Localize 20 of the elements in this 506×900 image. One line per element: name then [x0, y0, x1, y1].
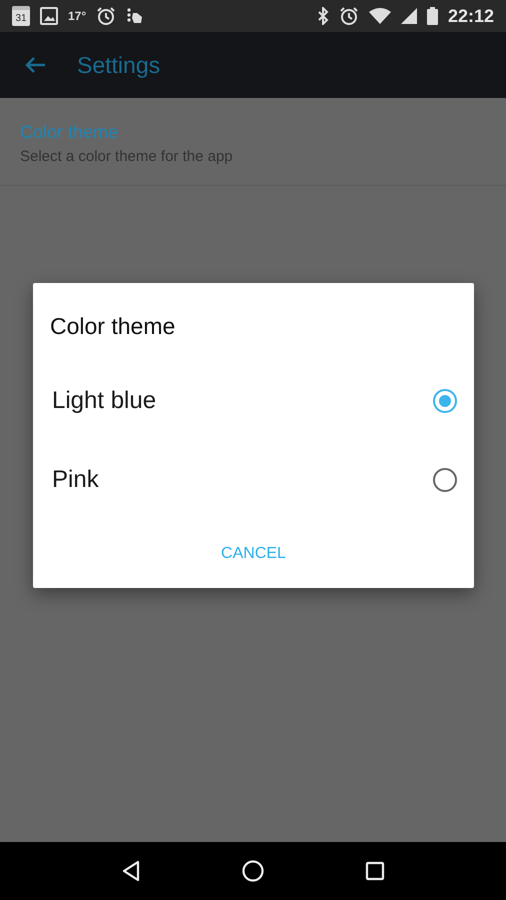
bluetooth-icon [316, 7, 329, 25]
wifi-icon [368, 8, 391, 24]
hand-icon [126, 7, 144, 25]
radio-button[interactable] [433, 468, 457, 492]
home-icon [241, 859, 265, 883]
battery-icon [426, 7, 438, 25]
radio-button[interactable] [433, 388, 457, 412]
option-label[interactable]: Light blue [52, 386, 156, 414]
clock-time: 22:12 [448, 6, 494, 26]
signal-icon [400, 8, 417, 24]
temperature-text: 17° [68, 9, 86, 23]
alarm-icon [96, 6, 116, 26]
toolbar-title: Settings [77, 52, 160, 78]
back-arrow-icon [24, 56, 46, 74]
alarm-icon [338, 6, 359, 26]
image-icon [40, 7, 58, 25]
calendar-day: 31 [15, 12, 27, 26]
recents-icon [363, 859, 387, 883]
dialog-title: Color theme [49, 313, 176, 340]
option-label[interactable]: Pink [52, 466, 99, 494]
